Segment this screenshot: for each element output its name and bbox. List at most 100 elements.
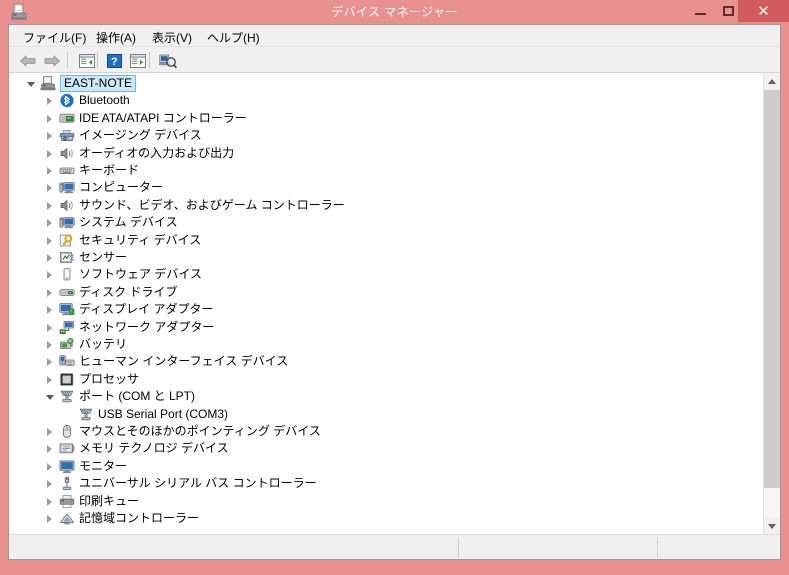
title-bar[interactable]: デバイス マネージャー ✕ [0, 0, 789, 24]
expander-icon[interactable] [46, 114, 55, 124]
expander-icon[interactable] [46, 149, 55, 159]
back-button[interactable] [17, 50, 39, 71]
close-button[interactable]: ✕ [738, 0, 789, 22]
expander-icon[interactable] [46, 236, 55, 246]
expander-icon[interactable] [46, 462, 55, 472]
tree-item-label: ソフトウェア デバイス [79, 267, 202, 282]
tree-item-label: EAST-NOTE [60, 75, 137, 92]
expander-icon[interactable] [46, 167, 55, 176]
expander-icon[interactable] [46, 358, 55, 367]
disk-drive-icon [59, 288, 75, 296]
menu-view[interactable]: 表示(V) [148, 28, 196, 47]
network-adapter-icon [59, 320, 75, 334]
expander-icon[interactable] [46, 254, 55, 263]
forward-button[interactable] [41, 50, 63, 71]
tree-item-sound-video-game-controllers[interactable]: サウンド、ビデオ、およびゲーム コントローラー [9, 197, 763, 214]
tree-item-label: 記憶域コントローラー [79, 511, 200, 525]
hid-device-icon [59, 355, 75, 367]
tree-item-display-adapters[interactable]: ディスプレイ アダプター [9, 301, 763, 318]
tree-item-audio-inputs-outputs[interactable]: オーディオの入力および出力 [9, 145, 763, 162]
toolbar: ? [9, 47, 780, 73]
expander-icon[interactable] [46, 428, 55, 437]
expander-icon-open[interactable] [46, 393, 55, 402]
tree-item-software-devices[interactable]: ソフトウェア デバイス [9, 266, 763, 283]
tree-item-imaging-devices[interactable]: イメージング デバイス [9, 127, 763, 144]
tree-item-disk-drives[interactable]: ディスク ドライブ [9, 284, 763, 301]
window-client-area: ファイル(F) 操作(A) 表示(V) ヘルプ(H) ? EAST-NOTE B… [8, 24, 781, 560]
keyboard-icon [59, 167, 75, 174]
mouse-icon [62, 424, 72, 438]
status-bar [9, 534, 780, 559]
tree-item-root[interactable]: EAST-NOTE [9, 75, 763, 92]
tree-item-ide-controllers[interactable]: IDE ATA/ATAPI コントローラー [9, 110, 763, 127]
expander-icon[interactable] [46, 288, 55, 298]
tree-item-memory-technology-devices[interactable]: メモリ テクノロジ デバイス [9, 440, 763, 457]
expander-icon[interactable] [46, 184, 55, 193]
expander-icon[interactable] [46, 132, 55, 141]
tree-item-label: ユニバーサル シリアル バス コントローラー [79, 476, 317, 491]
computer-node-icon [40, 76, 56, 91]
toolbar-separator [97, 52, 98, 68]
expander-icon[interactable] [46, 375, 55, 385]
status-divider [657, 537, 658, 558]
expander-icon[interactable] [46, 306, 55, 315]
tree-item-label: ネットワーク アダプター [79, 319, 215, 334]
expander-icon[interactable] [46, 445, 55, 454]
tree-item-usb-serial-port[interactable]: USB Serial Port (COM3) [9, 406, 763, 423]
root-expander[interactable] [27, 80, 36, 89]
scrollbar-track[interactable] [764, 90, 780, 518]
tree-item-security-devices[interactable]: セキュリティ デバイス [9, 232, 763, 249]
tree-item-sensors[interactable]: センサー [9, 249, 763, 266]
scan-for-hardware-changes-button[interactable] [157, 50, 179, 71]
tree-item-ports[interactable]: ポート (COM と LPT) [9, 388, 763, 405]
properties-button[interactable] [127, 50, 149, 71]
tree-item-mice-and-pointing-devices[interactable]: マウスとそのほかのポインティング デバイス [9, 423, 763, 440]
tree-item-label: システム デバイス [79, 215, 178, 230]
expander-icon[interactable] [46, 497, 55, 507]
show-hide-console-tree-button[interactable] [76, 50, 98, 71]
vertical-scrollbar[interactable] [763, 73, 780, 535]
chevron-up-icon [768, 79, 776, 84]
expander-icon[interactable] [46, 515, 55, 524]
expander-icon[interactable] [46, 201, 55, 211]
scroll-down-button[interactable] [764, 518, 780, 535]
tree-item-processors[interactable]: プロセッサ [9, 371, 763, 388]
tree-item-keyboards[interactable]: キーボード [9, 162, 763, 179]
tree-item-print-queues[interactable]: 印刷キュー [9, 493, 763, 510]
scroll-up-button[interactable] [764, 73, 780, 90]
tree-item-storage-controllers[interactable]: 記憶域コントローラー [9, 510, 763, 527]
tree-item-label: センサー [79, 250, 128, 264]
tree-item-batteries[interactable]: バッテリ [9, 336, 763, 353]
tree-item-human-interface-devices[interactable]: ヒューマン インターフェイス デバイス [9, 353, 763, 370]
tree-item-usb-controllers[interactable]: ユニバーサル シリアル バス コントローラー [9, 475, 763, 492]
expander-icon[interactable] [46, 480, 55, 489]
tree-item-monitors[interactable]: モニター [9, 458, 763, 475]
menu-bar: ファイル(F) 操作(A) 表示(V) ヘルプ(H) [9, 25, 780, 47]
menu-file[interactable]: ファイル(F) [19, 28, 90, 47]
menu-help[interactable]: ヘルプ(H) [203, 28, 264, 47]
help-question-icon: ? [107, 54, 122, 68]
tree-item-bluetooth[interactable]: Bluetooth [9, 92, 763, 109]
expander-icon[interactable] [46, 341, 55, 350]
tree-item-label: キーボード [79, 163, 140, 177]
print-queue-icon [59, 494, 75, 508]
expander-icon[interactable] [46, 97, 55, 106]
expander-icon[interactable] [46, 219, 55, 228]
expander-icon[interactable] [46, 323, 55, 333]
tree-item-label: コンピューター [79, 180, 164, 195]
tree-item-label: ヒューマン インターフェイス デバイス [79, 354, 289, 369]
device-tree-pane[interactable]: EAST-NOTE Bluetooth IDE ATA/ATAPI コントローラ… [9, 73, 780, 535]
tree-item-network-adapters[interactable]: ネットワーク アダプター [9, 319, 763, 336]
menu-action[interactable]: 操作(A) [92, 28, 140, 47]
display-adapter-icon [59, 303, 75, 316]
expander-icon[interactable] [46, 271, 55, 280]
device-tree: EAST-NOTE Bluetooth IDE ATA/ATAPI コントローラ… [9, 73, 763, 534]
scrollbar-thumb[interactable] [764, 90, 780, 488]
tree-item-label: ポート (COM と LPT) [79, 389, 195, 404]
tree-item-label: 印刷キュー [79, 493, 140, 508]
toolbar-separator [149, 52, 150, 68]
tree-item-system-devices[interactable]: システム デバイス [9, 214, 763, 231]
tree-item-computer[interactable]: コンピューター [9, 179, 763, 196]
help-button[interactable]: ? [104, 50, 126, 71]
back-arrow-icon [20, 55, 36, 67]
